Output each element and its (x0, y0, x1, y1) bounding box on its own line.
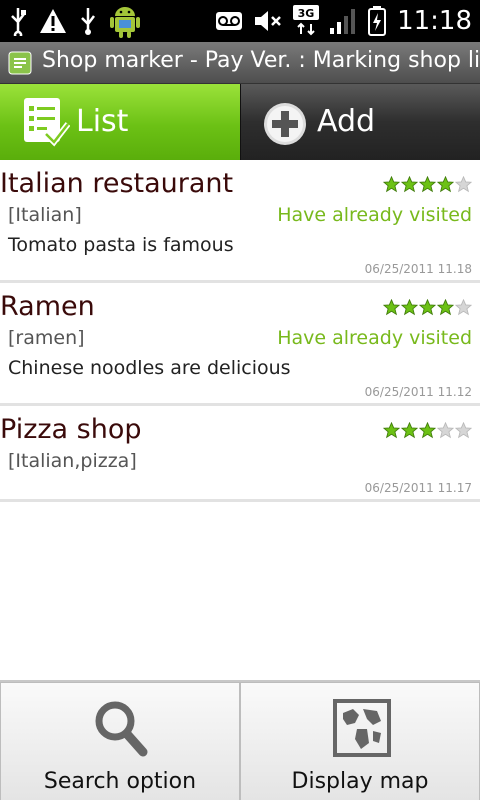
tab-list-label: List (76, 104, 129, 139)
star-filled-icon (401, 299, 418, 316)
display-map-button[interactable]: Display map (240, 682, 480, 800)
shop-name: Ramen (0, 291, 95, 322)
display-map-label: Display map (291, 769, 429, 794)
status-left-icons (8, 4, 142, 38)
android-icon (110, 7, 140, 38)
star-filled-icon (437, 299, 454, 316)
plus-circle-icon (264, 103, 306, 145)
notepad-icon (8, 51, 32, 75)
mute-icon (255, 11, 281, 31)
star-empty-icon (437, 422, 454, 439)
star-filled-icon (437, 176, 454, 193)
signal-icon (330, 9, 356, 34)
visited-status: Have already visited (277, 327, 472, 349)
tab-bar: List Add (0, 84, 480, 160)
star-empty-icon (455, 422, 472, 439)
shop-date: 06/25/2011 11.12 (364, 385, 472, 399)
shop-date: 06/25/2011 11.17 (364, 481, 472, 495)
star-rating (383, 299, 472, 316)
list-item[interactable]: Ramen [ramen] Have already visited Chine… (0, 283, 480, 406)
star-rating (383, 422, 472, 439)
shop-comment: Chinese noodles are delicious (8, 357, 291, 379)
shop-category: [Italian] (8, 204, 82, 226)
star-filled-icon (419, 299, 436, 316)
usb-icon (11, 8, 26, 36)
shop-category: [Italian,pizza] (8, 450, 137, 472)
bottom-bar: Search option Display map (0, 680, 480, 800)
app-title: Shop marker - Pay Ver. : Marking shop li… (42, 48, 480, 73)
checklist-icon (24, 98, 70, 147)
star-empty-icon (455, 176, 472, 193)
search-option-button[interactable]: Search option (0, 682, 240, 800)
star-rating (383, 176, 472, 193)
star-filled-icon (401, 422, 418, 439)
usb-debug-icon (81, 8, 95, 35)
voicemail-icon (216, 12, 243, 30)
status-right-icons: 3G 11:18 (215, 4, 472, 38)
battery-icon (368, 6, 387, 36)
shop-comment: Tomato pasta is famous (8, 234, 234, 256)
shop-name: Italian restaurant (0, 168, 234, 199)
star-filled-icon (419, 176, 436, 193)
3g-icon: 3G (293, 5, 320, 36)
star-filled-icon (383, 299, 400, 316)
shop-name: Pizza shop (0, 414, 142, 445)
shop-list: Italian restaurant [Italian] Have alread… (0, 160, 480, 502)
star-filled-icon (419, 422, 436, 439)
star-filled-icon (383, 176, 400, 193)
star-filled-icon (383, 422, 400, 439)
svg-text:3G: 3G (298, 7, 315, 20)
shop-category: [ramen] (8, 327, 85, 349)
warning-icon (40, 9, 66, 33)
tab-list[interactable]: List (0, 84, 240, 160)
search-option-label: Search option (43, 769, 197, 794)
visited-status: Have already visited (277, 204, 472, 226)
shop-date: 06/25/2011 11.18 (364, 262, 472, 276)
star-empty-icon (455, 299, 472, 316)
star-filled-icon (401, 176, 418, 193)
title-bar: Shop marker - Pay Ver. : Marking shop li… (0, 42, 480, 84)
map-icon (333, 699, 391, 757)
list-item[interactable]: Italian restaurant [Italian] Have alread… (0, 160, 480, 283)
status-bar: 3G 11:18 (0, 0, 480, 42)
tab-add[interactable]: Add (240, 84, 480, 160)
list-item[interactable]: Pizza shop [Italian,pizza] 06/25/2011 11… (0, 406, 480, 502)
tab-add-label: Add (317, 104, 376, 139)
search-icon (95, 701, 148, 757)
status-time: 11:18 (397, 6, 472, 36)
